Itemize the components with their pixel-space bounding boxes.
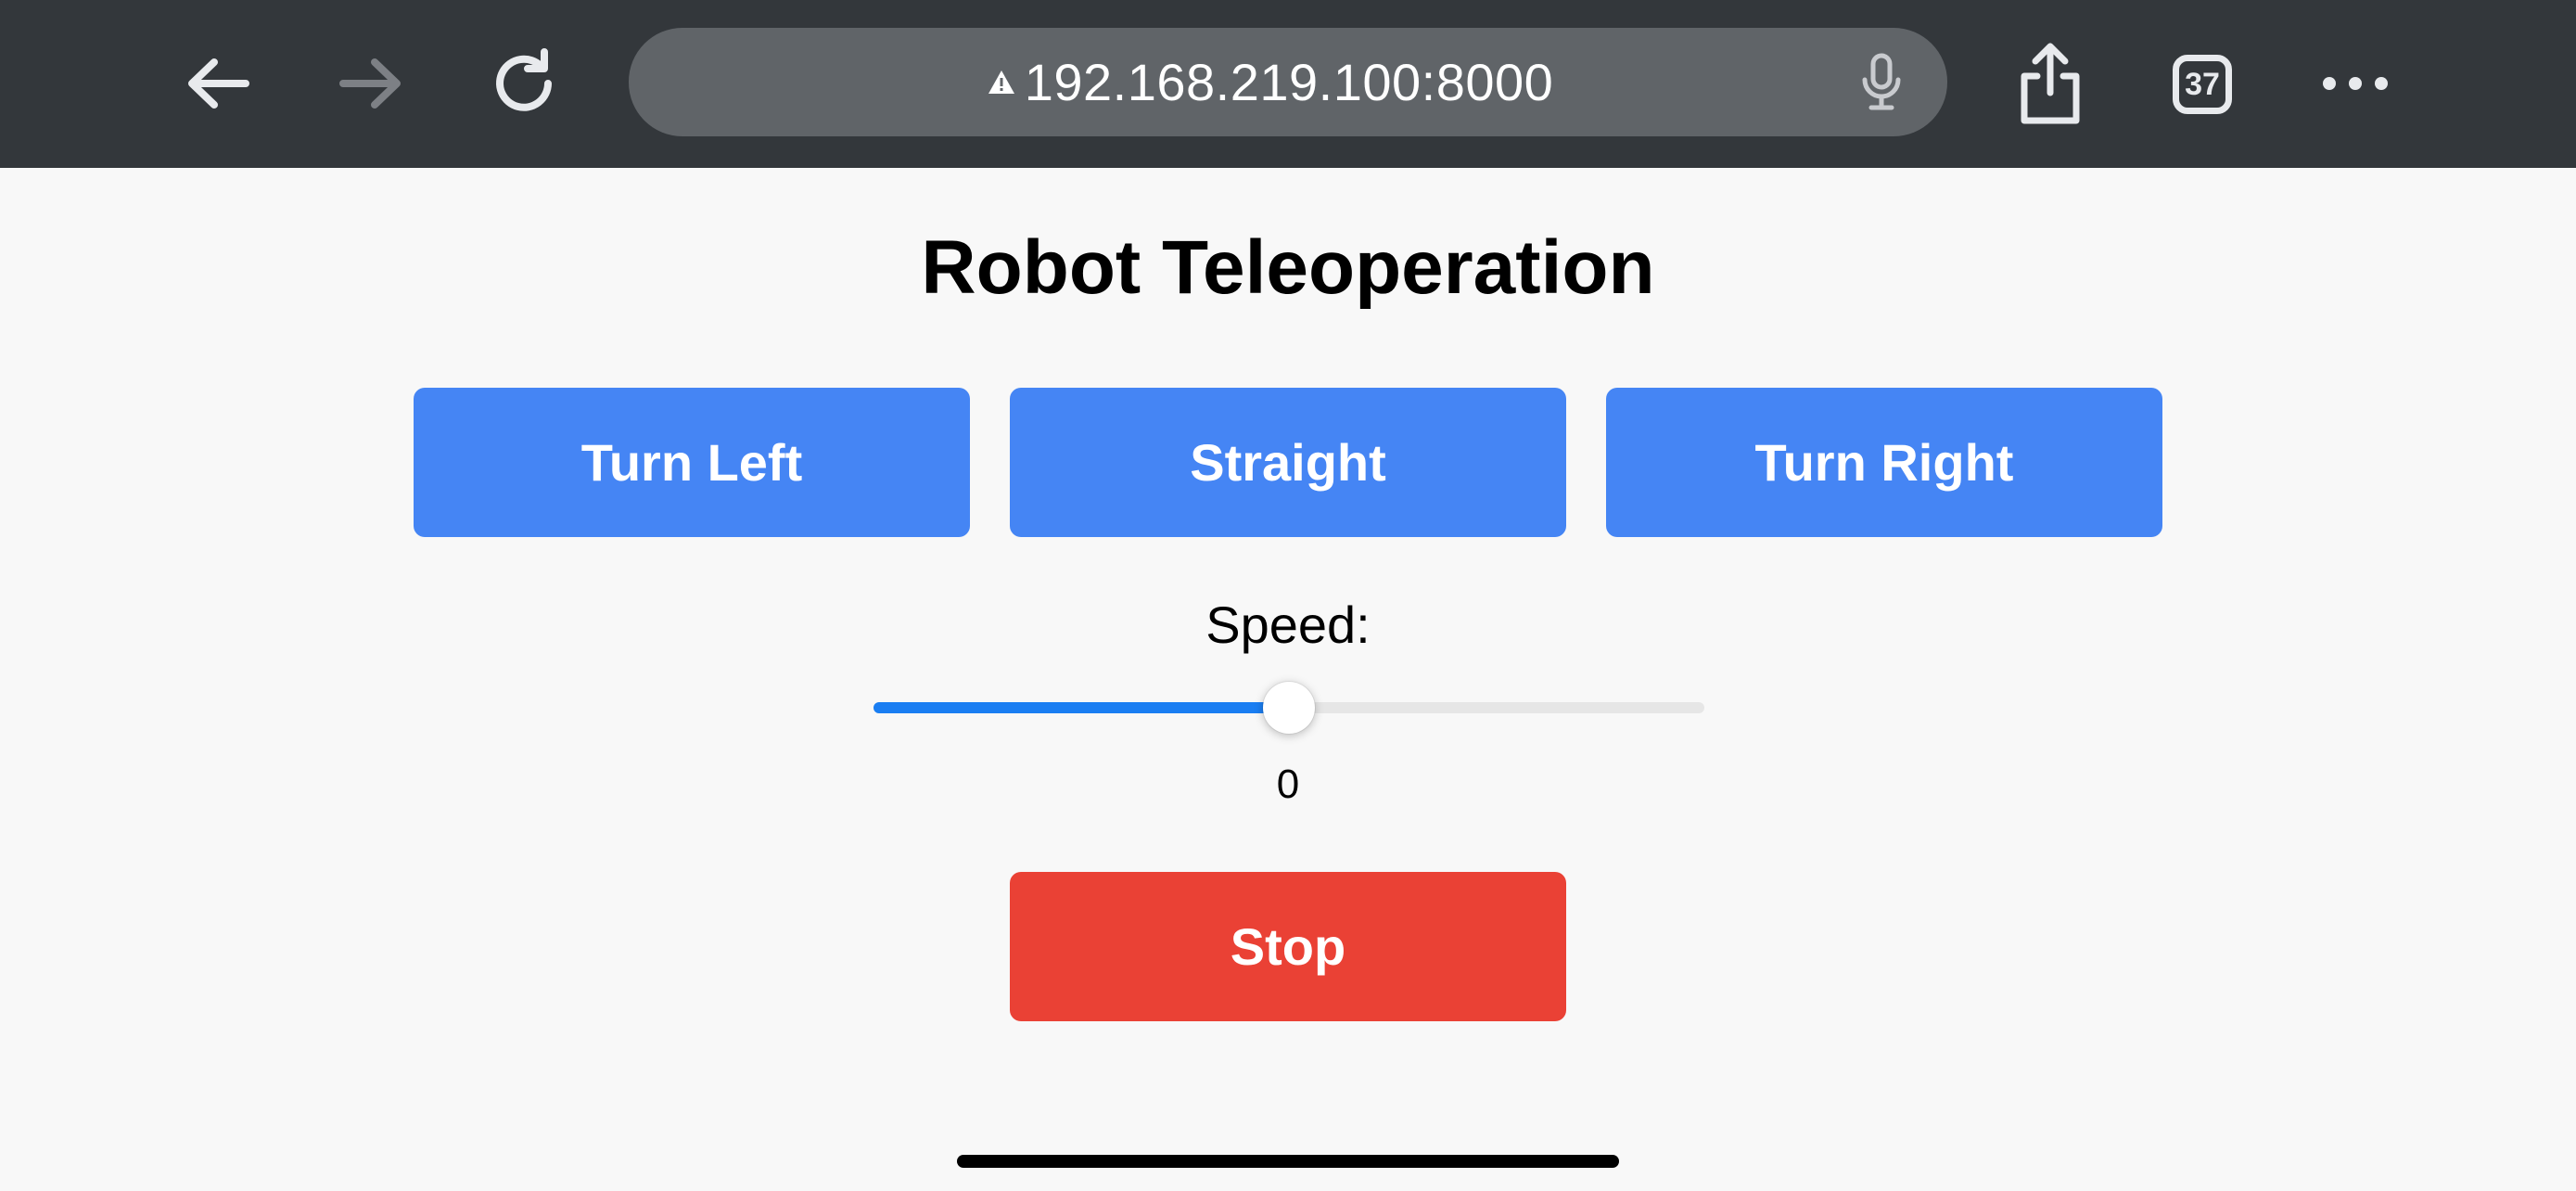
speed-slider[interactable]: [874, 682, 1704, 734]
stop-button[interactable]: Stop: [1010, 872, 1566, 1021]
slider-fill: [874, 702, 1289, 713]
microphone-icon[interactable]: [1849, 50, 1914, 115]
more-icon[interactable]: [2309, 46, 2402, 121]
url-text: 192.168.219.100:8000: [1024, 53, 1554, 111]
arrow-right-icon[interactable]: [329, 46, 413, 121]
slider-thumb[interactable]: [1263, 682, 1315, 734]
straight-button[interactable]: Straight: [1010, 388, 1566, 537]
page-content: Robot Teleoperation Turn Left Straight T…: [0, 168, 2576, 1191]
turn-left-button[interactable]: Turn Left: [414, 388, 970, 537]
speed-label: Speed:: [1205, 596, 1371, 654]
arrow-left-icon[interactable]: [176, 46, 260, 121]
reload-icon[interactable]: [484, 45, 567, 122]
page-title: Robot Teleoperation: [921, 225, 1655, 310]
share-icon[interactable]: [2009, 37, 2092, 130]
browser-toolbar: 192.168.219.100:8000 37: [0, 0, 2576, 168]
turn-right-button[interactable]: Turn Right: [1606, 388, 2162, 537]
home-indicator: [957, 1155, 1619, 1168]
speed-value: 0: [1276, 762, 1300, 807]
tab-count: 37: [2173, 55, 2232, 114]
address-bar[interactable]: 192.168.219.100:8000: [629, 28, 1947, 136]
tabs-icon[interactable]: 37: [2161, 45, 2244, 124]
warning-icon: [986, 67, 1017, 98]
